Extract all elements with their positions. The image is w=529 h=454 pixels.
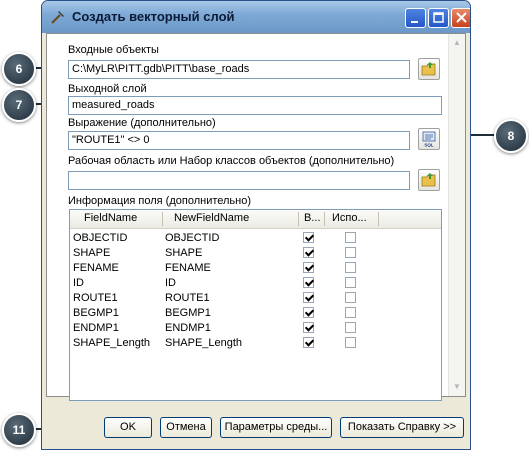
- used-checkbox[interactable]: [345, 247, 356, 258]
- used-checkbox[interactable]: [345, 277, 356, 288]
- table-row[interactable]: SHAPE SHAPE: [70, 245, 441, 261]
- new-field-name-cell[interactable]: ENDMP1: [165, 320, 211, 336]
- scroll-up-arrow[interactable]: ▲: [450, 36, 464, 50]
- environment-settings-button[interactable]: Параметры среды...: [220, 417, 332, 438]
- used-checkbox[interactable]: [345, 307, 356, 318]
- used-checkbox[interactable]: [345, 262, 356, 273]
- callout-11: 11: [2, 413, 36, 447]
- field-name-cell[interactable]: OBJECTID: [73, 230, 127, 246]
- table-row[interactable]: ENDMP1 ENDMP1: [70, 320, 441, 336]
- used-checkbox[interactable]: [345, 292, 356, 303]
- new-field-name-cell[interactable]: SHAPE_Length: [165, 335, 242, 351]
- expression-field[interactable]: "ROUTE1" <> 0: [68, 131, 410, 150]
- callout-8: 8: [494, 119, 528, 153]
- sql-button[interactable]: SQL: [418, 128, 440, 150]
- minimize-icon: [411, 21, 418, 23]
- input-features-field[interactable]: C:\MyLR\PITT.gdb\PITT\base_roads: [68, 60, 410, 79]
- visible-checkbox[interactable]: [303, 247, 314, 258]
- workspace-browse-button[interactable]: [418, 169, 440, 191]
- input-browse-button[interactable]: [418, 58, 440, 80]
- show-help-button[interactable]: Показать Справку >>: [340, 417, 464, 438]
- header-used[interactable]: Испо...: [332, 212, 367, 224]
- visible-checkbox[interactable]: [303, 277, 314, 288]
- maximize-icon: [433, 12, 444, 23]
- cancel-button[interactable]: Отмена: [160, 417, 212, 438]
- hammer-icon: [51, 11, 64, 24]
- header-field-name[interactable]: FieldName: [84, 212, 137, 224]
- used-checkbox[interactable]: [345, 232, 356, 243]
- input-features-label: Входные объекты: [68, 44, 159, 56]
- output-layer-label: Выходной слой: [68, 83, 147, 95]
- new-field-name-cell[interactable]: BEGMP1: [165, 305, 211, 321]
- dialog-content: Входные объекты C:\MyLR\PITT.gdb\PITT\ba…: [46, 33, 466, 401]
- vertical-scrollbar[interactable]: ▲ ▼: [448, 34, 465, 396]
- table-row[interactable]: ID ID: [70, 275, 441, 291]
- field-name-cell[interactable]: BEGMP1: [73, 305, 119, 321]
- header-separator: [298, 212, 299, 226]
- header-separator: [378, 212, 379, 226]
- used-checkbox[interactable]: [345, 322, 356, 333]
- table-row[interactable]: ROUTE1 ROUTE1: [70, 290, 441, 306]
- new-field-name-cell[interactable]: SHAPE: [165, 245, 202, 261]
- table-row[interactable]: SHAPE_Length SHAPE_Length: [70, 335, 441, 351]
- table-row[interactable]: BEGMP1 BEGMP1: [70, 305, 441, 321]
- visible-checkbox[interactable]: [303, 337, 314, 348]
- ok-button[interactable]: OK: [104, 417, 152, 438]
- used-checkbox[interactable]: [345, 337, 356, 348]
- field-name-cell[interactable]: ID: [73, 275, 84, 291]
- window-title: Создать векторный слой: [72, 9, 235, 24]
- minimize-button[interactable]: [405, 8, 426, 28]
- close-icon: [456, 12, 467, 23]
- header-separator: [162, 212, 163, 226]
- close-button[interactable]: [451, 8, 470, 28]
- field-name-cell[interactable]: FENAME: [73, 260, 119, 276]
- table-row[interactable]: OBJECTID OBJECTID: [70, 230, 441, 246]
- field-name-cell[interactable]: SHAPE_Length: [73, 335, 150, 351]
- maximize-button[interactable]: [428, 8, 449, 28]
- table-row[interactable]: FENAME FENAME: [70, 260, 441, 276]
- new-field-name-cell[interactable]: ROUTE1: [165, 290, 210, 306]
- field-name-cell[interactable]: ROUTE1: [73, 290, 118, 306]
- expression-label: Выражение (дополнительно): [68, 117, 216, 129]
- sql-icon: SQL: [422, 131, 436, 148]
- workspace-label: Рабочая область или Набор классов объект…: [68, 155, 395, 167]
- visible-checkbox[interactable]: [303, 262, 314, 273]
- workspace-field[interactable]: [68, 171, 410, 190]
- field-name-cell[interactable]: SHAPE: [73, 245, 110, 261]
- scroll-down-arrow[interactable]: ▼: [450, 380, 464, 394]
- browse-folder-icon: [421, 173, 436, 187]
- new-field-name-cell[interactable]: FENAME: [165, 260, 211, 276]
- callout-7: 7: [2, 88, 36, 122]
- field-name-cell[interactable]: ENDMP1: [73, 320, 119, 336]
- new-field-name-cell[interactable]: ID: [165, 275, 176, 291]
- table-header: FieldName NewFieldName В... Испо...: [70, 210, 441, 229]
- visible-checkbox[interactable]: [303, 232, 314, 243]
- title-bar[interactable]: Создать векторный слой: [42, 1, 470, 33]
- new-field-name-cell[interactable]: OBJECTID: [165, 230, 219, 246]
- visible-checkbox[interactable]: [303, 322, 314, 333]
- callout-6: 6: [2, 52, 36, 86]
- header-new-field-name[interactable]: NewFieldName: [174, 212, 249, 224]
- header-separator: [324, 212, 325, 226]
- svg-text:SQL: SQL: [424, 143, 434, 148]
- visible-checkbox[interactable]: [303, 292, 314, 303]
- output-layer-field[interactable]: measured_roads: [68, 96, 442, 115]
- browse-folder-icon: [421, 62, 436, 76]
- header-visible[interactable]: В...: [304, 212, 322, 224]
- dialog-window: Создать векторный слой Входные объекты C…: [41, 0, 471, 450]
- field-info-table[interactable]: FieldName NewFieldName В... Испо... OBJE…: [69, 209, 442, 401]
- visible-checkbox[interactable]: [303, 307, 314, 318]
- field-info-label: Информация поля (дополнительно): [68, 195, 252, 207]
